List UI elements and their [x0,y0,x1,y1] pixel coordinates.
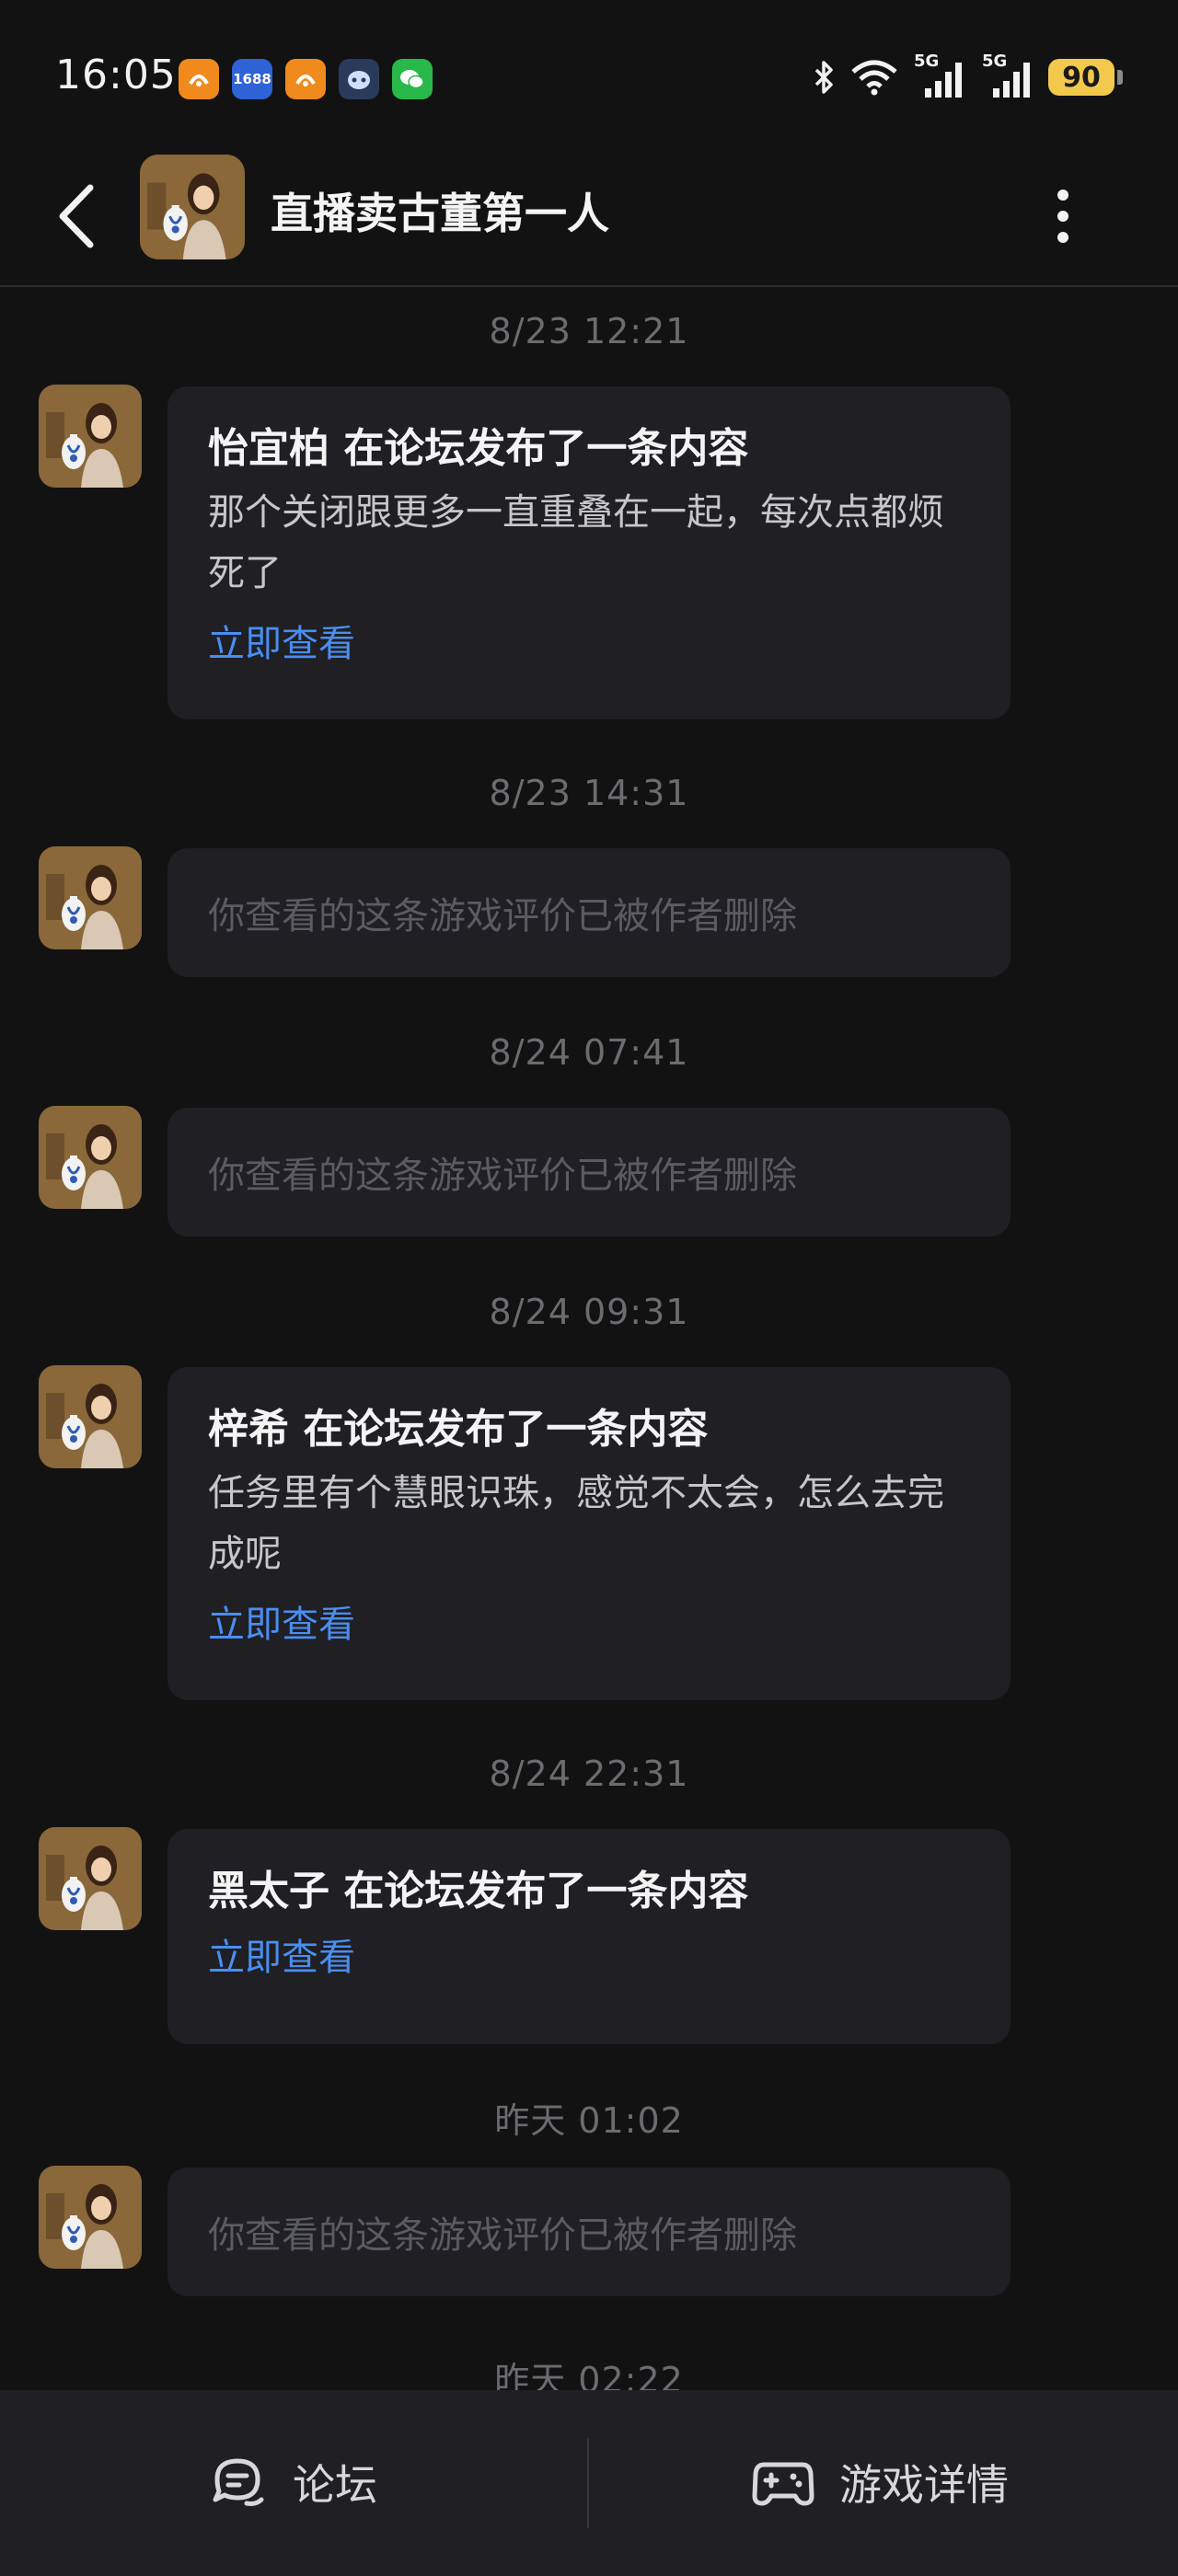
chat-screen: 16:05 1688 5G 5G 90 直播卖古董第一人 8/23 12:21 … [0,0,1178,2576]
more-options-button[interactable] [1031,175,1095,258]
sender-avatar[interactable] [39,385,142,488]
sender-avatar[interactable] [39,1827,142,1930]
view-now-link[interactable]: 立即查看 [208,616,355,672]
sender-avatar[interactable] [39,1365,142,1468]
more-vertical-icon [1057,190,1068,243]
message-timestamp: 8/24 22:31 [489,1754,689,1794]
bottom-action-bar: 论坛 游戏详情 [0,2390,1178,2576]
cellular-signal-1: 5G [912,52,967,99]
taobao-orange-icon [285,59,326,99]
view-now-link[interactable]: 立即查看 [208,1597,355,1652]
sender-avatar-image [39,385,142,488]
taobao-orange-icon [179,59,219,99]
sender-avatar-image [39,1106,142,1209]
forum-button-label: 论坛 [293,2460,377,2510]
sender-avatar[interactable] [39,846,142,949]
message-text: 任务里有个慧眼识珠，感觉不太会，怎么去完成呢 [208,1472,944,1575]
gamepad-icon [752,2462,814,2506]
message-timestamp: 8/24 07:41 [489,1032,689,1073]
bottom-bar-divider [587,2438,589,2528]
game-details-button[interactable]: 游戏详情 [751,2444,1009,2521]
forum-button[interactable]: 论坛 [208,2444,377,2521]
deleted-review-message: 你查看的这条游戏评价已被作者删除 [167,1108,1011,1236]
battery-level: 90 [1048,59,1114,96]
deleted-review-message: 你查看的这条游戏评价已被作者删除 [167,848,1011,977]
view-now-link[interactable]: 立即查看 [208,1930,355,1985]
chat-header: 直播卖古董第一人 [0,147,1178,287]
sender-avatar-image [39,1827,142,1930]
game-avatar-image [140,155,245,259]
status-time: 16:05 [55,52,177,98]
bluetooth-icon [814,61,833,94]
sender-avatar-image [39,1365,142,1468]
message-timestamp: 昨天 02:22 [494,2360,684,2392]
message-title: 怡宜柏 在论坛发布了一条内容 [208,425,749,472]
status-bar: 16:05 1688 5G 5G 90 [0,0,1178,156]
wechat-icon [392,59,433,99]
message-timestamp: 8/24 09:31 [489,1292,689,1332]
wifi-icon [851,60,897,96]
forum-post-message[interactable]: 怡宜柏 在论坛发布了一条内容 那个关闭跟更多一直重叠在一起，每次点都烦死了 立即… [167,386,1011,719]
deleted-notice: 你查看的这条游戏评价已被作者删除 [208,895,797,937]
game-details-label: 游戏详情 [839,2460,1009,2510]
message-timestamp: 昨天 01:02 [494,2100,684,2141]
notification-icons: 1688 [179,59,433,99]
message-timestamp: 8/23 12:21 [489,311,689,351]
message-text: 那个关闭跟更多一直重叠在一起，每次点都烦死了 [208,491,944,594]
battery-indicator: 90 [1048,59,1123,96]
cellular-signal-2: 5G [980,52,1035,99]
sender-avatar-image [39,2166,142,2269]
forum-post-message[interactable]: 黑太子 在论坛发布了一条内容 立即查看 [167,1829,1011,2044]
message-title: 黑太子 在论坛发布了一条内容 [208,1868,749,1915]
bot-icon [339,59,379,99]
battery-tip [1117,70,1123,85]
message-list[interactable]: 8/23 12:21 怡宜柏 在论坛发布了一条内容 那个关闭跟更多一直重叠在一起… [0,287,1178,2392]
back-button[interactable] [42,175,116,258]
message-timestamp: 8/23 14:31 [489,773,689,813]
forum-chat-icon [213,2458,264,2506]
chat-title: 直播卖古董第一人 [271,189,609,238]
chevron-left-icon [59,184,94,248]
deleted-notice: 你查看的这条游戏评价已被作者删除 [208,1155,797,1197]
message-title: 梓希 在论坛发布了一条内容 [208,1406,709,1453]
deleted-review-message: 你查看的这条游戏评价已被作者删除 [167,2168,1011,2296]
1688-icon: 1688 [232,59,272,99]
status-indicators: 5G 5G 90 [811,52,1123,99]
sender-avatar[interactable] [39,1106,142,1209]
sender-avatar[interactable] [39,2166,142,2269]
sender-avatar-image [39,846,142,949]
deleted-notice: 你查看的这条游戏评价已被作者删除 [208,2214,797,2257]
game-avatar[interactable] [140,155,245,259]
forum-post-message[interactable]: 梓希 在论坛发布了一条内容 任务里有个慧眼识珠，感觉不太会，怎么去完成呢 立即查… [167,1367,1011,1700]
